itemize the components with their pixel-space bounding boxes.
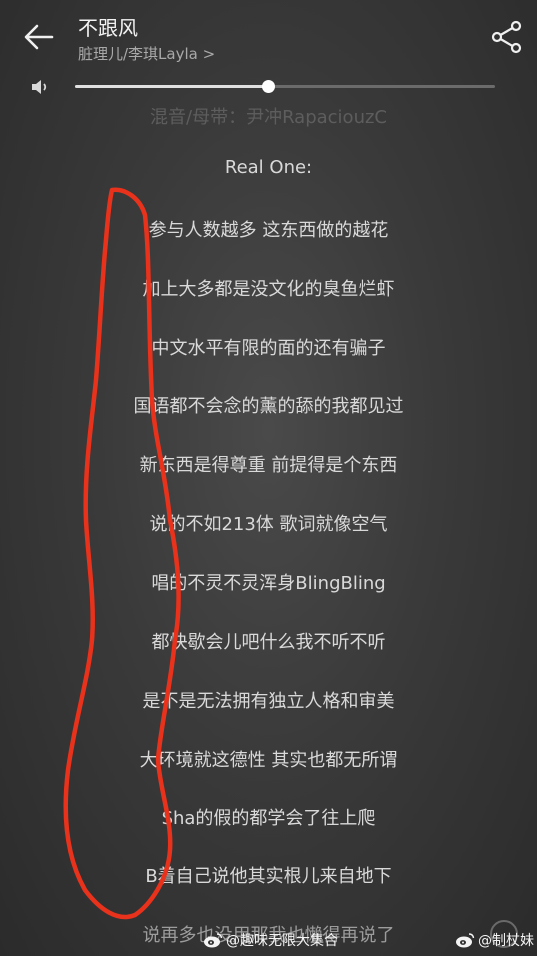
lyric-line: Sha的假的都学会了往上爬 (161, 808, 376, 829)
lyrics-panel: 混音/母带：尹冲RapaciouzC Real One: 参与人数越多 这东西做… (0, 95, 537, 956)
back-arrow-icon[interactable] (22, 20, 56, 54)
watermark: @制杖妹 (455, 930, 534, 950)
lyric-line: 中文水平有限的面的还有骗子 (151, 338, 386, 359)
lyric-line: B着自己说他其实根儿来自地下 (145, 866, 392, 887)
lyric-line: 国语都不会念的薰的舔的我都见过 (133, 396, 404, 417)
share-icon[interactable] (488, 18, 526, 56)
artist-link[interactable]: 脏理儿/李琪Layla > (78, 43, 215, 64)
lyric-line: 唱的不灵不灵浑身BlingBling (151, 573, 386, 594)
lyric-line: 参与人数越多 这东西做的越花 (148, 220, 389, 241)
weibo-logo-icon (456, 933, 475, 948)
volume-slider[interactable] (75, 80, 495, 93)
lyric-line: 说的不如213体 歌词就像空气 (149, 514, 388, 535)
lyric-line: 加上大多都是没文化的臭鱼烂虾 (142, 279, 395, 300)
song-title: 不跟风 (78, 16, 138, 40)
lyric-line: 混音/母带：尹冲RapaciouzC (150, 107, 387, 128)
volume-slider-thumb[interactable] (262, 80, 276, 93)
watermark-text: @趣味无限大集合 (226, 933, 338, 949)
lyric-line: 是不是无法拥有独立人格和审美 (142, 691, 395, 712)
weibo-logo-icon (204, 933, 223, 948)
watermark-text: @制杖妹 (478, 933, 534, 949)
lyric-line: 新东西是得尊重 前提得是个东西 (139, 455, 398, 476)
watermark-bar: @趣味无限大集合 @制杖妹 (0, 926, 537, 956)
chevron-right-icon: > (202, 45, 216, 63)
header: 不跟风 脏理儿/李琪Layla > (0, 0, 537, 70)
lyric-line: Real One: (224, 157, 313, 178)
watermark: @趣味无限大集合 (203, 930, 338, 950)
lyric-line: 都快歇会儿吧什么我不听不听 (151, 632, 386, 653)
artist-name: 脏理儿/李琪Layla (78, 45, 198, 63)
speaker-icon[interactable] (30, 77, 52, 97)
lyric-line: 大环境就这德性 其实也都无所谓 (139, 750, 398, 771)
volume-slider-fill (75, 85, 269, 88)
